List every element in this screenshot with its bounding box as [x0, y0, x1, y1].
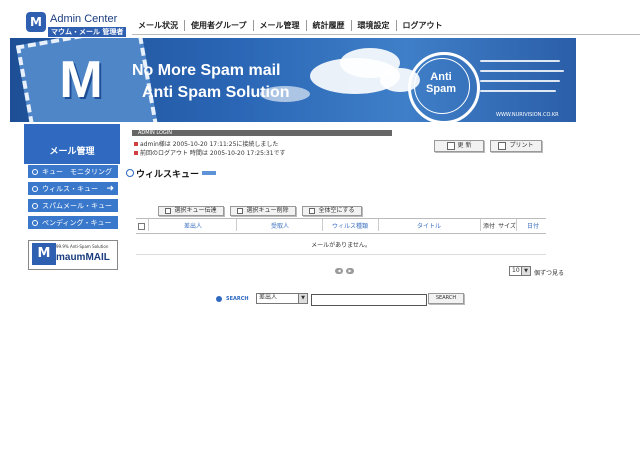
sidebar-item-spam-queue[interactable]: スパムメール・キュー: [28, 199, 118, 213]
banner-logo: M: [59, 51, 103, 109]
nav-mail-status[interactable]: メール状況: [132, 20, 185, 31]
search-button[interactable]: SEARCH: [428, 293, 464, 304]
logout-info-text: 前回のログアウト 時間は 2005-10-20 17:25:31です: [140, 150, 286, 157]
nav-mail-management[interactable]: メール管理: [254, 20, 307, 31]
bullet-icon: [32, 169, 38, 175]
refresh-icon: [446, 141, 455, 150]
top-navigation: メール状況 使用者グループ メール管理 統計履歴 環境設定 ログアウト: [132, 20, 449, 31]
column-divider: [236, 219, 237, 231]
per-page-label: 個ずつ見る: [534, 270, 565, 277]
postmark-wave: [480, 60, 560, 62]
bullet-icon: [134, 151, 138, 155]
chevron-down-icon: ▼: [298, 294, 307, 303]
table-bottom-border: [136, 254, 546, 255]
postmark-wave: [480, 80, 560, 82]
search-field-value: 差出人: [259, 294, 278, 301]
sidebar-title: メール管理: [24, 124, 120, 164]
print-icon: [498, 141, 507, 150]
sidebar-item-queue-monitoring[interactable]: キュー モニタリング: [28, 165, 118, 179]
select-all-checkbox[interactable]: [138, 223, 145, 230]
maummail-logo-icon: M: [32, 243, 56, 265]
login-info-line: admin様は 2005-10-20 17:11:25に接続しました: [134, 139, 278, 148]
empty-icon: [309, 207, 316, 214]
banner: M No More Spam mail Anti Spam Solution A…: [10, 38, 576, 122]
title-accent: [202, 171, 216, 175]
nav-logout[interactable]: ログアウト: [397, 20, 449, 31]
print-button[interactable]: プリント: [490, 140, 542, 152]
search-input[interactable]: [311, 294, 427, 306]
maummail-brand: maumMAIL: [56, 252, 110, 263]
per-page-select[interactable]: 10 ▼: [509, 266, 531, 276]
column-divider: [378, 219, 379, 231]
search-icon: [216, 296, 222, 302]
logout-info-line: 前回のログアウト 時間は 2005-10-20 17:25:31です: [134, 148, 286, 157]
banner-url: WWW.NURIVISION.CO.KR: [496, 112, 559, 118]
checkbox-icon: [165, 207, 172, 214]
next-page-icon[interactable]: ▶: [346, 268, 354, 274]
title-bullet-icon: [126, 169, 134, 177]
postmark-wave: [480, 90, 556, 92]
print-label: プリント: [509, 142, 534, 149]
app-logo-icon[interactable]: M: [26, 12, 46, 32]
column-header-date[interactable]: 日付: [518, 221, 548, 230]
table-top-border: [136, 218, 546, 219]
sidebar-item-label: スパムメール・キュー: [42, 202, 112, 210]
chevron-down-icon: ▼: [521, 267, 530, 275]
column-header-subject[interactable]: タイトル: [380, 221, 478, 230]
app-subtitle: マウム・メール 管理者: [48, 27, 127, 37]
nav-user-group[interactable]: 使用者グループ: [185, 20, 254, 31]
arrow-right-icon: ➜: [106, 184, 114, 194]
delete-selected-button[interactable]: 選択キュー削除: [230, 206, 296, 216]
bullet-icon: [32, 220, 38, 226]
per-page-value: 10: [512, 267, 520, 274]
sidebar-item-label: ペンディング・キュー: [42, 219, 112, 227]
bullet-icon: [134, 142, 138, 146]
prev-page-icon[interactable]: ◀: [335, 268, 343, 274]
admin-login-header: ADMIN LOGIN: [132, 130, 392, 136]
sidebar-item-virus-queue[interactable]: ウィルス・キュー ➜: [28, 182, 118, 196]
column-header-virus-type[interactable]: ウィルス種類: [324, 221, 376, 230]
send-selected-button[interactable]: 選択キュー伝達: [158, 206, 224, 216]
column-divider: [148, 219, 149, 231]
delete-selected-label: 選択キュー削除: [246, 207, 289, 214]
bullet-icon: [32, 203, 38, 209]
column-divider: [516, 219, 517, 231]
login-info-text: admin様は 2005-10-20 17:11:25に接続しました: [140, 141, 279, 148]
postmark-wave: [480, 70, 564, 72]
column-header-recipient[interactable]: 受取人: [238, 221, 322, 230]
postmark-text: Anti Spam: [426, 71, 456, 95]
banner-headline-1: No More Spam mail: [132, 62, 281, 79]
nav-settings[interactable]: 環境設定: [352, 20, 397, 31]
sidebar-item-label: ウィルス・キュー: [42, 185, 98, 193]
send-selected-label: 選択キュー伝達: [174, 207, 217, 214]
column-header-attachment[interactable]: 添付: [480, 221, 498, 230]
refresh-label: 更 新: [457, 142, 472, 149]
table-header-border: [136, 233, 546, 234]
sidebar-item-label: キュー モニタリング: [42, 168, 112, 176]
empty-all-label: 全体空にする: [318, 207, 355, 214]
trash-icon: [237, 207, 244, 214]
bullet-icon: [32, 186, 38, 192]
empty-message: メールがありません。: [311, 242, 371, 249]
column-header-sender[interactable]: 差出人: [150, 221, 236, 230]
refresh-button[interactable]: 更 新: [434, 140, 484, 152]
column-divider: [322, 219, 323, 231]
empty-all-button[interactable]: 全体空にする: [302, 206, 362, 216]
page-title: ウィルスキュー: [136, 170, 200, 180]
search-label: SEARCH: [226, 296, 249, 302]
nav-statistics[interactable]: 統計履歴: [307, 20, 352, 31]
maummail-tagline: 99.9% Anti-Spam Solution: [56, 244, 109, 249]
nav-divider: [132, 34, 640, 35]
column-header-size[interactable]: サイズ: [498, 221, 516, 230]
banner-headline-2: Anti Spam Solution: [142, 84, 290, 101]
app-title: Admin Center: [50, 13, 118, 25]
sidebar-item-pending-queue[interactable]: ペンディング・キュー: [28, 216, 118, 230]
search-field-select[interactable]: 差出人 ▼: [256, 293, 308, 304]
